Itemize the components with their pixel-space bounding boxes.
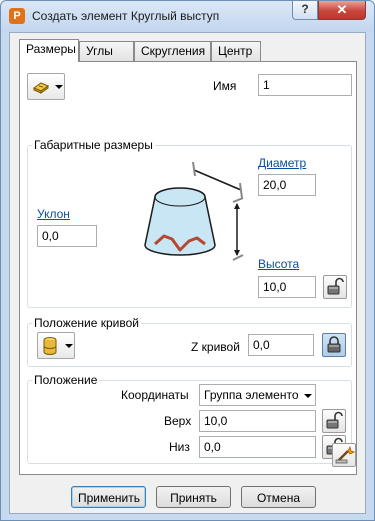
bottom-label: Низ bbox=[169, 440, 190, 454]
boss-type-dropdown[interactable] bbox=[27, 73, 65, 100]
app-icon: P bbox=[9, 8, 25, 24]
dialog-window: P Создать элемент Круглый выступ ? ✕ Раз… bbox=[0, 0, 375, 521]
z-curve-input[interactable] bbox=[248, 334, 314, 356]
chevron-down-icon bbox=[65, 344, 73, 348]
diameter-link[interactable]: Диаметр bbox=[258, 156, 306, 170]
tab-center[interactable]: Центр bbox=[211, 41, 261, 61]
title-bar[interactable]: P Создать элемент Круглый выступ ? ✕ bbox=[1, 1, 374, 32]
taper-input[interactable] bbox=[37, 225, 97, 247]
top-input[interactable] bbox=[199, 410, 316, 432]
chevron-down-icon bbox=[55, 85, 63, 89]
curve-position-group-label: Положение кривой bbox=[32, 316, 141, 330]
position-group-label: Положение bbox=[32, 373, 100, 387]
cancel-button[interactable]: Отмена bbox=[241, 486, 316, 508]
tab-panel-dimensions: Имя Габаритные размеры Диаметр Уклон Выс… bbox=[19, 61, 357, 475]
dialog-client-area: Размеры Углы Скругления Центр Имя Габари… bbox=[9, 32, 366, 514]
boss-dimension-diagram bbox=[144, 161, 244, 261]
z-curve-lock-button[interactable] bbox=[322, 333, 346, 357]
taper-link[interactable]: Уклон bbox=[37, 207, 70, 221]
preview-button[interactable] bbox=[332, 443, 356, 467]
height-link[interactable]: Высота bbox=[258, 257, 299, 271]
cylinder-icon bbox=[43, 337, 57, 355]
coordinates-label: Координаты bbox=[121, 388, 189, 402]
z-curve-label: Z кривой bbox=[191, 340, 240, 354]
dimensions-group-label: Габаритные размеры bbox=[32, 138, 155, 152]
curve-type-dropdown[interactable] bbox=[37, 332, 75, 359]
help-button[interactable]: ? bbox=[292, 1, 318, 20]
accept-button[interactable]: Принять bbox=[156, 486, 231, 508]
top-lock-button[interactable] bbox=[322, 409, 346, 433]
tab-dimensions[interactable]: Размеры bbox=[19, 39, 79, 62]
diameter-input[interactable] bbox=[258, 174, 316, 196]
unlock-icon bbox=[326, 411, 343, 429]
unlock-icon bbox=[327, 277, 344, 295]
top-label: Верх bbox=[164, 414, 192, 428]
diameter-dimension-line bbox=[193, 169, 242, 191]
tab-fillets[interactable]: Скругления bbox=[134, 41, 211, 61]
height-input[interactable] bbox=[258, 276, 316, 298]
name-input[interactable] bbox=[258, 74, 352, 96]
apply-button[interactable]: Применить bbox=[71, 486, 146, 508]
close-button[interactable]: ✕ bbox=[318, 1, 366, 20]
tab-angles[interactable]: Углы bbox=[79, 41, 134, 61]
boss-feature-icon bbox=[32, 82, 50, 94]
height-lock-button[interactable] bbox=[323, 275, 347, 299]
bottom-input[interactable] bbox=[199, 436, 316, 458]
name-label: Имя bbox=[213, 79, 237, 93]
coordinates-select-value: Группа элементо bbox=[204, 388, 299, 402]
coordinates-select[interactable]: Группа элементо bbox=[199, 384, 316, 406]
lock-icon bbox=[327, 336, 341, 353]
window-title: Создать элемент Круглый выступ bbox=[32, 9, 220, 23]
chevron-down-icon bbox=[304, 394, 312, 398]
preview-wand-icon bbox=[335, 445, 356, 464]
